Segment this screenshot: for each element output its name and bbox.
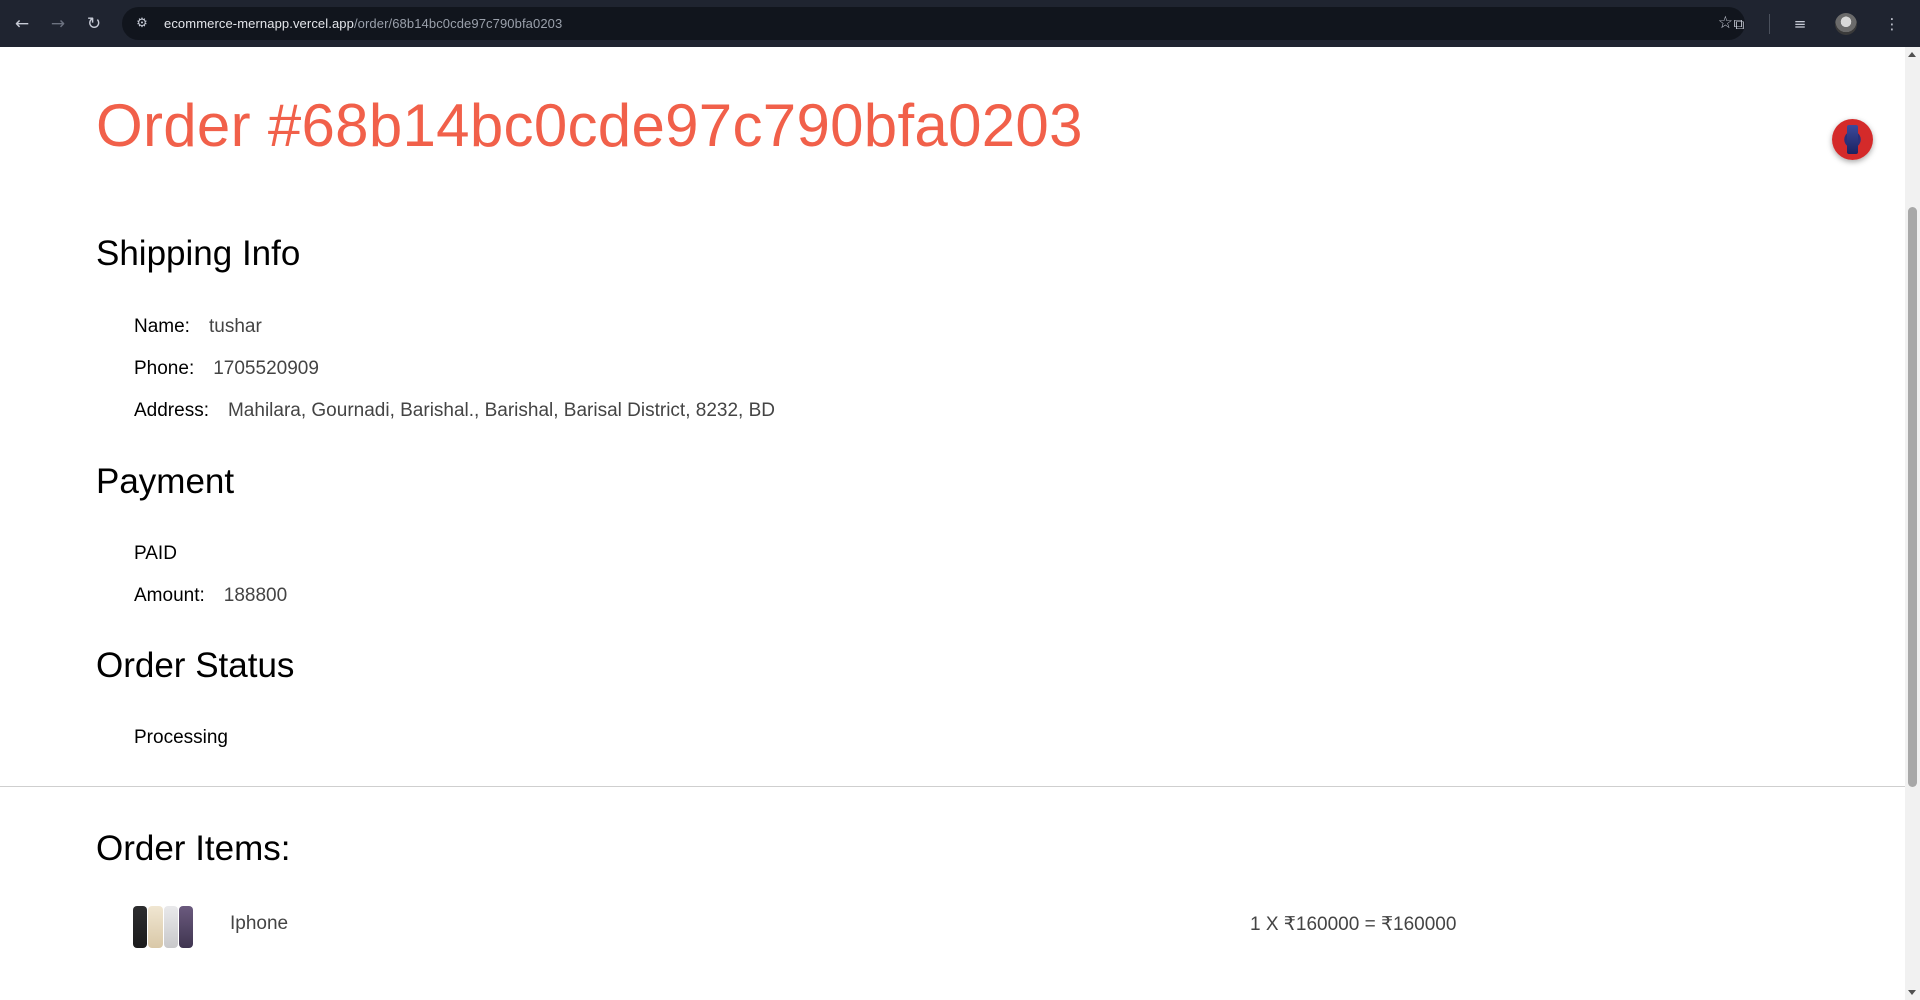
address-bar[interactable]: ⚙ ecommerce-mernapp.vercel.app/order/68b…	[122, 7, 1745, 40]
payment-heading: Payment	[96, 462, 235, 501]
profile-picture	[1835, 12, 1857, 35]
url-path: /order/68b14bc0cde97c790bfa0203	[353, 16, 563, 31]
scroll-up-arrow[interactable]	[1908, 52, 1916, 57]
user-avatar-button[interactable]	[1832, 119, 1873, 160]
payment-status: PAID	[134, 543, 177, 564]
site-info-icon[interactable]: ⚙	[130, 12, 154, 36]
section-divider	[0, 786, 1905, 787]
phone-image-black	[133, 906, 148, 948]
address-label: Address:	[134, 400, 209, 421]
media-controls-icon[interactable]: ≡	[1784, 8, 1816, 40]
item-price: 1 X ₹160000 = ₹160000	[1250, 914, 1457, 935]
browser-toolbar: ← → ↻ ⚙ ecommerce-mernapp.vercel.app/ord…	[0, 0, 1920, 47]
extensions-icon[interactable]: ⧉	[1723, 8, 1755, 40]
name-label: Name:	[134, 316, 190, 337]
shipping-name-row: Name: tushar	[134, 316, 262, 338]
toolbar-actions: ⧉ ≡ ⋮	[1709, 0, 1908, 47]
name-value: tushar	[208, 316, 262, 337]
order-status-value: Processing	[134, 727, 228, 748]
phone-image-purple	[178, 906, 193, 948]
phone-label: Phone:	[134, 358, 195, 379]
url-host: ecommerce-mernapp.vercel.app	[164, 16, 354, 31]
back-arrow-icon[interactable]: ←	[7, 9, 37, 39]
scroll-down-arrow[interactable]	[1908, 990, 1916, 995]
profile-avatar-icon[interactable]	[1830, 8, 1862, 40]
amount-value: 188800	[223, 585, 288, 606]
order-items-heading: Order Items:	[96, 829, 291, 868]
phone-value: 1705520909	[213, 358, 319, 379]
phone-image-silver	[163, 906, 178, 948]
item-name-link[interactable]: Iphone	[230, 913, 288, 935]
amount-label: Amount:	[134, 585, 205, 606]
shipping-heading: Shipping Info	[96, 234, 301, 273]
url-text[interactable]: ecommerce-mernapp.vercel.app/order/68b14…	[164, 16, 562, 31]
page-title: Order #68b14bc0cde97c790bfa0203	[96, 92, 1083, 159]
more-menu-icon[interactable]: ⋮	[1876, 8, 1908, 40]
phone-image-gold	[148, 906, 163, 948]
product-image	[133, 906, 193, 948]
scroll-thumb[interactable]	[1908, 207, 1917, 787]
shipping-address-row: Address: Mahilara, Gournadi, Barishal., …	[134, 400, 775, 422]
order-status-heading: Order Status	[96, 646, 295, 685]
address-value: Mahilara, Gournadi, Barishal., Barishal,…	[227, 400, 775, 421]
shipping-phone-row: Phone: 1705520909	[134, 358, 319, 380]
payment-amount-row: Amount: 188800	[134, 585, 287, 607]
toolbar-divider	[1769, 13, 1770, 34]
page-scrollbar[interactable]	[1905, 47, 1920, 1000]
forward-arrow-icon[interactable]: →	[43, 9, 73, 39]
reload-icon[interactable]: ↻	[79, 9, 109, 39]
order-page: Order #68b14bc0cde97c790bfa0203 Shipping…	[0, 47, 1905, 1000]
